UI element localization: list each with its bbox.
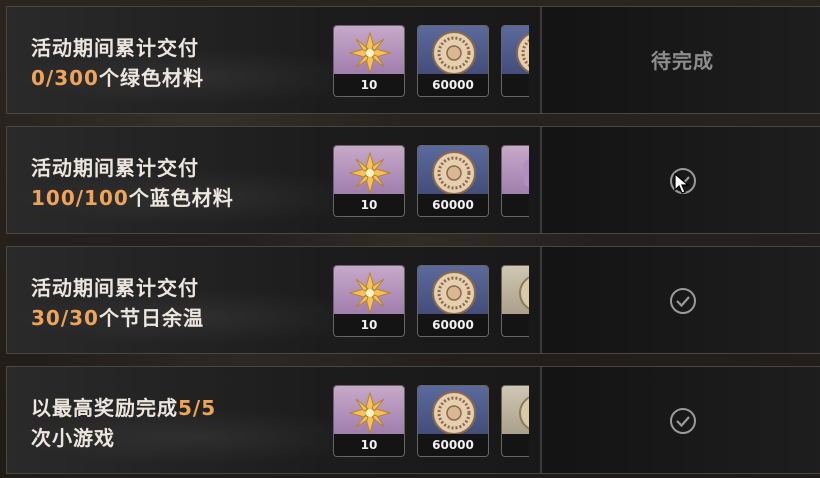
reward-item[interactable] — [501, 385, 529, 457]
reward-item[interactable]: 60000 — [417, 145, 489, 217]
reward-count — [502, 74, 529, 96]
task-line1: 活动期间累计交付 — [31, 36, 199, 60]
reward-item[interactable]: 1 — [501, 145, 529, 217]
check-circle-icon — [670, 288, 696, 314]
reward-item[interactable]: 60000 — [417, 265, 489, 337]
reward-item[interactable]: 60000 — [417, 25, 489, 97]
coin-icon — [516, 32, 529, 74]
task-line2: 次小游戏 — [31, 426, 115, 450]
gold-flower-icon — [348, 31, 392, 75]
gold-flower-icon — [348, 151, 392, 195]
check-circle-icon — [670, 408, 696, 434]
purple-item-icon — [524, 159, 529, 187]
reward-item[interactable] — [501, 265, 529, 337]
task-line2: 个节日余温 — [98, 306, 204, 330]
status-panel — [540, 367, 820, 473]
task-description: 活动期间累计交付 0/300个绿色材料 — [31, 33, 204, 93]
task-progress: 30/30 — [31, 306, 99, 330]
status-incomplete-label: 待完成 — [651, 49, 714, 73]
reward-list: 10 60000 — [333, 25, 529, 99]
task-description: 活动期间累计交付 30/30个节日余温 — [31, 273, 204, 333]
coin-icon — [432, 271, 476, 315]
gold-flower-icon — [348, 271, 392, 315]
reward-count: 60000 — [418, 434, 488, 456]
task-line1: 活动期间累计交付 — [31, 276, 199, 300]
reward-list: 10 60000 — [333, 385, 529, 459]
task-line2: 个蓝色材料 — [128, 186, 234, 210]
gold-flower-icon — [348, 391, 392, 435]
reward-count: 10 — [334, 74, 404, 96]
status-panel[interactable] — [540, 127, 820, 233]
reward-count: 60000 — [418, 74, 488, 96]
reward-count: 10 — [334, 434, 404, 456]
task-line2: 个绿色材料 — [98, 66, 204, 90]
task-description: 以最高奖励完成5/5 次小游戏 — [31, 393, 216, 453]
reward-list: 10 60000 — [333, 265, 529, 339]
reward-list: 10 60000 1 — [333, 145, 529, 219]
reward-item[interactable]: 10 — [333, 145, 405, 217]
task-progress: 100/100 — [31, 186, 129, 210]
reward-count — [502, 434, 529, 456]
reward-count — [502, 314, 529, 336]
reward-count: 60000 — [418, 194, 488, 216]
coin-icon — [432, 391, 476, 435]
gold-item-icon — [519, 276, 529, 310]
task-line1: 以最高奖励完成 — [31, 396, 178, 420]
reward-item[interactable]: 10 — [333, 25, 405, 97]
reward-item[interactable]: 10 — [333, 265, 405, 337]
coin-icon — [432, 151, 476, 195]
reward-count: 60000 — [418, 314, 488, 336]
task-row-blue-materials: 活动期间累计交付 100/100个蓝色材料 10 60000 — [6, 126, 820, 234]
reward-count: 10 — [334, 314, 404, 336]
reward-count: 1 — [502, 194, 529, 216]
mouse-cursor-icon — [674, 173, 690, 194]
task-progress: 0/300 — [31, 66, 99, 90]
gold-item-icon — [519, 396, 529, 430]
coin-icon — [432, 31, 476, 75]
status-panel — [540, 247, 820, 353]
task-row-minigame: 以最高奖励完成5/5 次小游戏 10 60000 — [6, 366, 820, 474]
task-row-festival-warmth: 活动期间累计交付 30/30个节日余温 10 60000 — [6, 246, 820, 354]
status-panel: 待完成 — [540, 7, 820, 113]
reward-item[interactable] — [501, 25, 529, 97]
task-progress: 5/5 — [178, 396, 217, 420]
task-description: 活动期间累计交付 100/100个蓝色材料 — [31, 153, 234, 213]
reward-item[interactable]: 10 — [333, 385, 405, 457]
task-row-green-materials: 活动期间累计交付 0/300个绿色材料 10 60000 待完成 — [6, 6, 820, 114]
reward-item[interactable]: 60000 — [417, 385, 489, 457]
reward-count: 10 — [334, 194, 404, 216]
task-line1: 活动期间累计交付 — [31, 156, 199, 180]
